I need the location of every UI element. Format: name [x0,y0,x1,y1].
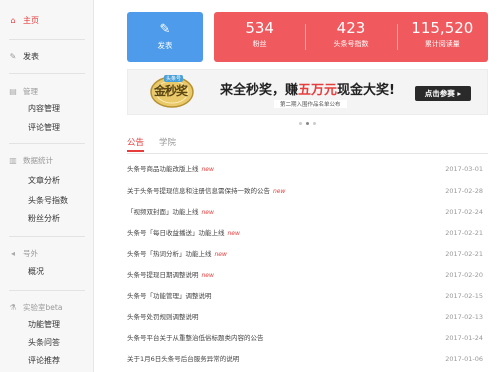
stat-reads[interactable]: 115,520 累计阅读量 [396,12,488,62]
sidebar-item-label: 发表 [23,52,39,61]
banner-subline: 第二期入围作品名单公布 [274,100,347,108]
new-badge: new [227,230,240,237]
list-item[interactable]: 关于头条号提现信息和注册信息需保持一致的公告 new 2017-02-28 [127,185,488,197]
sidebar-item-account-index[interactable]: 头条号指数 [28,194,68,208]
notice-date: 2017-02-28 [445,187,483,195]
notice-date: 2017-02-20 [445,271,483,279]
notice-date: 2017-02-21 [445,250,483,258]
publish-button-label: 发表 [157,41,173,50]
stat-value: 534 [245,19,274,37]
sidebar-divider [9,290,85,291]
list-item[interactable]: 头条号处罚规则调整说明 2017-02-13 [127,311,488,323]
notice-date: 2017-03-01 [445,165,483,173]
sidebar-item-article-analysis[interactable]: 文章分析 [28,174,60,188]
promo-banner[interactable]: 头条号 金秒奖 来全秒奖，赚五万元现金大奖! 第二期入围作品名单公布 点击参赛 … [127,69,488,115]
tab-announcements[interactable]: 公告 [127,136,145,152]
sidebar-item-label: 主页 [23,16,39,25]
sidebar-item-fans-analysis[interactable]: 粉丝分析 [28,212,60,226]
list-item[interactable]: 头条号提现日期调整说明 new 2017-02-20 [127,269,488,281]
sidebar-item-comment-recommend[interactable]: 评论推荐 [28,354,60,368]
list-item[interactable]: 头条号「热词分析」功能上线 new 2017-02-21 [127,248,488,260]
notice-date: 2017-02-13 [445,313,483,321]
stat-label: 累计阅读量 [424,40,460,48]
megaphone-icon: ◂ [10,249,15,258]
sidebar-divider [9,39,85,40]
medal-logo: 头条号 金秒奖 [150,75,198,109]
carousel-dot-active[interactable] [306,122,309,125]
sidebar-divider [9,236,85,237]
banner-headline: 来全秒奖，赚五万元现金大奖! [220,83,395,98]
notice-tabs: 公告 学院 [127,136,488,154]
sidebar-item-content-manage[interactable]: 内容管理 [28,102,60,116]
edit-icon: ✎ [159,22,171,37]
notice-date: 2017-01-24 [445,334,483,342]
medal-tag: 头条号 [164,75,184,82]
notice-date: 2017-01-06 [445,355,483,363]
doc-icon: ▤ [9,87,17,96]
banner-highlight: 五万元 [298,83,338,98]
chart-icon: ▥ [9,156,17,165]
sidebar-divider [9,143,85,144]
sidebar-item-feature-manage[interactable]: 功能管理 [28,318,60,332]
stat-value: 115,520 [411,19,474,37]
list-item[interactable]: 头条号「每日收益播送」功能上线 new 2017-02-21 [127,227,488,239]
carousel-dot[interactable] [299,122,302,125]
carousel-dots [297,122,318,125]
list-item[interactable]: 头条号平台关于从重整治低俗标题类内容的公告 2017-01-24 [127,332,488,344]
new-badge: new [273,188,286,195]
flask-icon: ⚗ [9,303,17,312]
sidebar-item-comment-manage[interactable]: 评论管理 [28,121,60,135]
sidebar-item-overview[interactable]: 概况 [28,265,44,279]
publish-button[interactable]: ✎ 发表 [127,12,203,62]
new-badge: new [201,166,214,173]
edit-icon: ✎ [9,52,17,61]
sidebar-section-extra: ◂ 号外 [10,249,38,258]
sidebar-section-manage: ▤ 管理 [9,87,38,96]
medal-text: 金秒奖 [154,84,188,98]
list-item[interactable]: 「视频双封面」功能上线 new 2017-02-24 [127,206,488,218]
list-item[interactable]: 头条号「功能管理」调整说明 2017-02-15 [127,290,488,302]
stat-label: 头条号指数 [333,40,369,48]
join-contest-button[interactable]: 点击参赛 ▸ [415,86,471,101]
home-icon: ⌂ [10,16,16,25]
sidebar: ⌂ 主页 ✎ 发表 ▤ 管理 内容管理 评论管理 ▥ 数据统计 文章分析 头条号… [0,0,94,372]
list-item[interactable]: 关于1月6日头条号后台服务异常的说明 2017-01-06 [127,353,488,365]
new-badge: new [214,251,227,258]
stat-index[interactable]: 423 头条号指数 [305,12,396,62]
notice-date: 2017-02-21 [445,229,483,237]
sidebar-item-qa[interactable]: 头条问答 [28,336,60,350]
stats-panel: 534 粉丝 423 头条号指数 115,520 累计阅读量 [214,12,488,62]
list-item[interactable]: 头条号商品功能改版上线 new 2017-03-01 [127,163,488,175]
notice-date: 2017-02-15 [445,292,483,300]
sidebar-item-home[interactable]: ⌂ 主页 [9,14,39,28]
sidebar-section-lab: ⚗ 实验室beta [9,303,63,312]
stat-value: 423 [336,19,366,37]
sidebar-item-publish[interactable]: ✎ 发表 [9,50,39,64]
sidebar-divider [9,73,85,74]
stat-fans[interactable]: 534 粉丝 [214,12,305,62]
notice-date: 2017-02-24 [445,208,483,216]
sidebar-section-data: ▥ 数据统计 [9,156,53,165]
stat-label: 粉丝 [252,40,267,48]
tab-academy[interactable]: 学院 [159,136,176,152]
new-badge: new [201,209,214,216]
new-badge: new [201,272,214,279]
carousel-dot[interactable] [313,122,316,125]
